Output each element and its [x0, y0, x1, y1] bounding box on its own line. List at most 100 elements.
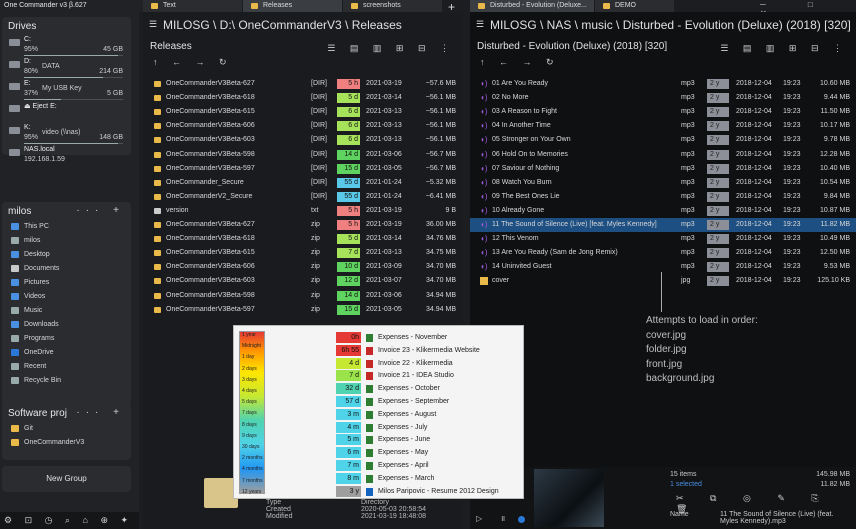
- file-date: 2021-03-09: [366, 263, 402, 271]
- file-type: zip: [311, 249, 320, 257]
- file-row[interactable]: ◖) 08 Watch You Burn mp3 2 y 2018-12-04 19:23…: [470, 176, 856, 190]
- file-row[interactable]: OneCommanderV3Beta-598 zip 14 d 2021-03-06 3…: [143, 289, 463, 303]
- right-breadcrumb[interactable]: MILOSG \ NAS \ music \ Disturbed - Evolu…: [470, 12, 856, 38]
- file-row[interactable]: ◖) 03 A Reason to Fight mp3 2 y 2018-12-04 19…: [470, 105, 856, 119]
- age-badge: 4 m: [336, 421, 361, 433]
- taskbar-icons[interactable]: ⚙ ⊡ ◷ ⌕ ⌂ ⊕ ✦: [0, 512, 139, 529]
- file-row[interactable]: ◖) 09 The Best Ones Lie mp3 2 y 2018-12-04 19…: [470, 190, 856, 204]
- folder-icon: [478, 3, 485, 9]
- file-row[interactable]: OneCommanderV3Beta-618 [DIR] 5 d 2021-03-14…: [143, 91, 463, 105]
- popup-file-row: 4 m Expenses - July: [234, 421, 524, 434]
- file-row[interactable]: ◖) 13 Are You Ready (Sam de Jong Remix) mp…: [470, 246, 856, 260]
- drive-usage-fill: [24, 55, 119, 56]
- left-nav-arrows[interactable]: ↑ ← → ↻: [153, 57, 233, 68]
- tab-1[interactable]: Releases: [243, 0, 343, 12]
- favorite-folder-icon: [11, 279, 19, 286]
- file-row[interactable]: OneCommanderV3Beta-606 zip 10 d 2021-03-09 3…: [143, 260, 463, 274]
- file-date: 2021-03-05: [366, 164, 402, 172]
- file-row[interactable]: OneCommander_Secure [DIR] 55 d 2021-01-24 ~5…: [143, 176, 463, 190]
- file-type: mp3: [681, 221, 695, 228]
- folder-icon: [251, 3, 258, 9]
- file-row[interactable]: OneCommanderV3Beta-598 [DIR] 14 d 2021-03-0…: [143, 148, 463, 162]
- favorite-item[interactable]: Pictures: [2, 276, 131, 290]
- new-group-button[interactable]: New Group: [2, 466, 131, 492]
- left-view-tools[interactable]: ☰ ▤ ▥ ⊞ ⊟ ⋮: [327, 43, 455, 54]
- favorite-item[interactable]: OneDrive: [2, 346, 131, 360]
- drive-item[interactable]: K: 95% video (\\nas) 148 GB: [2, 123, 131, 145]
- favorites-tools[interactable]: ··· +: [76, 205, 125, 216]
- file-row[interactable]: OneCommanderV3Beta-615 zip 7 d 2021-03-13 34…: [143, 246, 463, 260]
- favorite-item[interactable]: Downloads: [2, 318, 131, 332]
- file-row[interactable]: ◖) 01 Are You Ready mp3 2 y 2018-12-04 19:23 1…: [470, 77, 856, 91]
- seek-handle[interactable]: [518, 516, 525, 523]
- file-row[interactable]: OneCommanderV3Beta-618 zip 5 d 2021-03-14 34…: [143, 232, 463, 246]
- drive-item[interactable]: NAS.local 192.168.1.59: [2, 145, 131, 167]
- file-row[interactable]: cover jpg 2 y 2018-12-04 19:23 125.10 KB: [470, 274, 856, 288]
- favorite-item[interactable]: Programs: [2, 332, 131, 346]
- file-row[interactable]: ◖) 11 The Sound of Silence (Live) [feat. …: [470, 218, 856, 232]
- favorite-item[interactable]: Music: [2, 304, 131, 318]
- file-row[interactable]: ◖) 05 Stronger on Your Own mp3 2 y 2018-12-0…: [470, 133, 856, 147]
- file-age-badge: 2 y: [707, 234, 729, 245]
- tab-2[interactable]: screenshots: [343, 0, 443, 12]
- tab-right-1[interactable]: DEMO: [595, 0, 675, 12]
- drive-item[interactable]: D: 80% DATA 214 GB: [2, 57, 131, 79]
- drive-name: NAS.local: [24, 146, 55, 153]
- right-nav-arrows[interactable]: ↑ ← → ↻: [480, 57, 560, 68]
- file-name: OneCommanderV3Beta-606: [166, 263, 255, 271]
- file-size: 10.54 MB: [820, 178, 850, 186]
- document-icon: [366, 385, 373, 394]
- tab-right-0[interactable]: Disturbed - Evolution (Deluxe...: [470, 0, 595, 12]
- file-row[interactable]: OneCommanderV3Beta-627 zip 5 h 2021-03-19 36…: [143, 218, 463, 232]
- file-name: Expenses - October: [378, 385, 440, 393]
- file-age-badge: 6 d: [337, 107, 360, 118]
- drive-usage-bar: [24, 99, 123, 100]
- file-row[interactable]: ◖) 10 Already Gone mp3 2 y 2018-12-04 19:23 10…: [470, 204, 856, 218]
- file-row[interactable]: OneCommanderV3Beta-606 [DIR] 6 d 2021-03-13…: [143, 119, 463, 133]
- project-label: OneCommanderV3: [24, 439, 85, 446]
- audio-file-icon: ◖): [480, 121, 488, 131]
- favorite-item[interactable]: Recent: [2, 360, 131, 374]
- file-row[interactable]: OneCommanderV3Beta-603 [DIR] 6 d 2021-03-13…: [143, 133, 463, 147]
- file-row[interactable]: OneCommanderV3Beta-603 zip 12 d 2021-03-07 3…: [143, 274, 463, 288]
- project-item[interactable]: Git: [2, 422, 131, 436]
- drive-usage-percent: 95%: [24, 134, 39, 141]
- file-type: mp3: [681, 122, 695, 130]
- file-row[interactable]: ◖) 14 Uninvited Guest mp3 2 y 2018-12-04 19:2…: [470, 260, 856, 274]
- favorite-item[interactable]: Desktop: [2, 248, 131, 262]
- file-date: 2018-12-04: [736, 178, 772, 186]
- file-row[interactable]: ◖) 04 In Another Time mp3 2 y 2018-12-04 19:2…: [470, 119, 856, 133]
- tab-0[interactable]: Text: [143, 0, 243, 12]
- file-size: 12.28 MB: [820, 150, 850, 158]
- file-row[interactable]: ◖) 12 This Venom mp3 2 y 2018-12-04 19:23 10.4…: [470, 232, 856, 246]
- favorite-item[interactable]: Videos: [2, 290, 131, 304]
- player-controls[interactable]: ▷ ॥: [476, 513, 513, 524]
- file-name: OneCommanderV3Beta-603: [166, 277, 255, 285]
- file-row[interactable]: OneCommanderV2_Secure [DIR] 55 d 2021-01-24…: [143, 190, 463, 204]
- file-row[interactable]: ◖) 06 Hold On to Memories mp3 2 y 2018-12-04…: [470, 148, 856, 162]
- album-art: [534, 469, 604, 527]
- drive-usage-percent: 80%: [24, 68, 39, 75]
- projects-tools[interactable]: ··· +: [76, 407, 125, 418]
- file-row[interactable]: ◖) 02 No More mp3 2 y 2018-12-04 19:23 9.44 MB: [470, 91, 856, 105]
- file-row[interactable]: version txt 5 h 2021-03-19 9 B: [143, 204, 463, 218]
- breadcrumb-menu-icon[interactable]: ☰: [149, 19, 157, 30]
- file-row[interactable]: OneCommanderV3Beta-615 [DIR] 6 d 2021-03-13…: [143, 105, 463, 119]
- breadcrumb-menu-icon[interactable]: ☰: [476, 19, 484, 30]
- drive-usage-bar: [24, 55, 123, 56]
- file-row[interactable]: OneCommanderV3Beta-627 [DIR] 5 h 2021-03-19…: [143, 77, 463, 91]
- zip-file-icon: [154, 264, 161, 271]
- drive-item[interactable]: ⏏ Eject E:: [2, 101, 131, 123]
- favorite-item[interactable]: This PC: [2, 220, 131, 234]
- file-row[interactable]: OneCommanderV3Beta-597 zip 15 d 2021-03-05 3…: [143, 303, 463, 317]
- file-row[interactable]: ◖) 07 Saviour of Nothing mp3 2 y 2018-12-04 1…: [470, 162, 856, 176]
- left-breadcrumb[interactable]: MILOSG \ D:\ OneCommanderV3 \ Releases: [143, 12, 463, 38]
- drive-item[interactable]: C: 95% 45 GB: [2, 35, 131, 57]
- favorite-item[interactable]: milos: [2, 234, 131, 248]
- file-row[interactable]: OneCommanderV3Beta-597 [DIR] 15 d 2021-03-0…: [143, 162, 463, 176]
- favorite-item[interactable]: Recycle Bin: [2, 374, 131, 388]
- project-item[interactable]: OneCommanderV3: [2, 436, 131, 450]
- favorite-item[interactable]: Documents: [2, 262, 131, 276]
- drive-item[interactable]: E: 37% My USB Key 5 GB: [2, 79, 131, 101]
- right-view-tools[interactable]: ☰ ▤ ▥ ⊞ ⊟ ⋮: [720, 43, 848, 54]
